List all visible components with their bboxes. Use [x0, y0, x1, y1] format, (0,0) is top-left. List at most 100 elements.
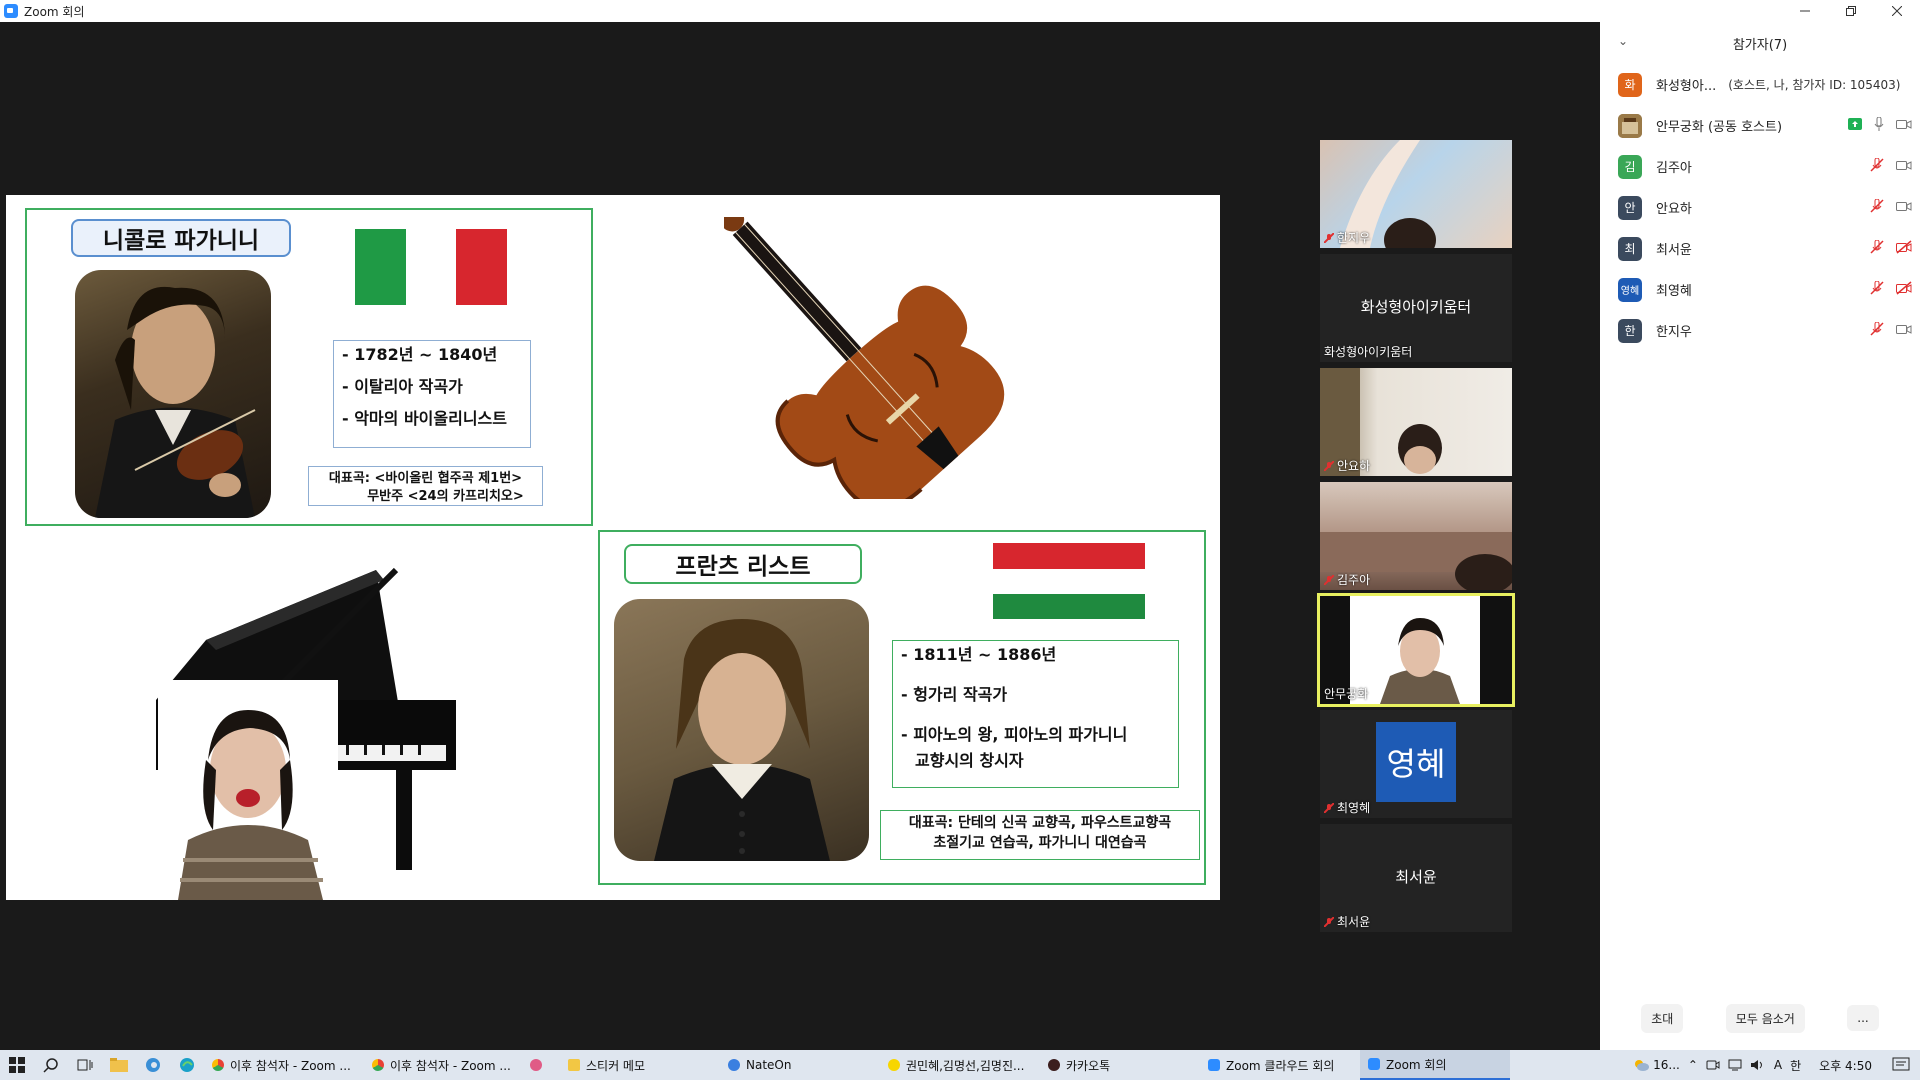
paganini-info: - 1782년 ~ 1840년 - 이탈리아 작곡가 - 악마의 바이올리니스트: [333, 340, 531, 448]
edge-legacy-icon[interactable]: [136, 1050, 170, 1080]
italy-flag-icon: [355, 229, 507, 305]
taskbar-app-sticky-notes[interactable]: 스티커 메모: [560, 1050, 720, 1080]
mic-muted-icon[interactable]: [1870, 281, 1884, 295]
app-icon: [530, 1059, 542, 1071]
close-button[interactable]: [1874, 0, 1920, 22]
liszt-works: 대표곡: 단테의 신곡 교향곡, 파우스트교향곡 초절기교 연습곡, 파가니니 …: [880, 810, 1200, 860]
video-tile-hanjiwoo[interactable]: 한지우: [1320, 140, 1512, 248]
taskbar-app-zoom-meeting[interactable]: Zoom 회의: [1360, 1050, 1510, 1080]
chevron-up-icon[interactable]: ⌃: [1688, 1058, 1698, 1072]
video-off-icon[interactable]: [1896, 240, 1912, 254]
liszt-portrait: [614, 599, 869, 861]
meet-now-icon[interactable]: [1706, 1058, 1720, 1072]
participants-header: ⌄ 참가자(7): [1600, 22, 1920, 64]
participant-name: 최서윤: [1656, 243, 1692, 258]
avatar: 김: [1618, 154, 1642, 179]
mic-muted-icon[interactable]: [1870, 158, 1884, 172]
liszt-info-line: - 1811년 ~ 1886년: [901, 645, 1057, 664]
mic-icon[interactable]: [1874, 117, 1884, 131]
video-tile-choiseoyun[interactable]: 최서윤 최서윤: [1320, 824, 1512, 932]
mic-muted-icon[interactable]: [1870, 240, 1884, 254]
network-icon[interactable]: [1728, 1058, 1742, 1072]
mic-muted-icon[interactable]: [1870, 199, 1884, 213]
participants-panel: ⌄ 참가자(7) 화 화성형아... (호스트, 나, 참가자 ID: 1054…: [1600, 22, 1920, 1050]
video-camera-icon[interactable]: [1896, 159, 1912, 171]
clock[interactable]: 오후 4:50: [1819, 1057, 1872, 1074]
volume-icon[interactable]: [1750, 1058, 1766, 1072]
video-tile-hwaseong[interactable]: 화성형아이키움터 화성형아이키움터: [1320, 254, 1512, 362]
invite-button[interactable]: 초대: [1641, 1003, 1684, 1033]
participant-row[interactable]: 영혜 최영혜: [1600, 269, 1920, 310]
liszt-works-line2: 초절기교 연습곡, 파가니니 대연습곡: [933, 834, 1147, 851]
taskbar-app-nateon[interactable]: NateOn: [720, 1050, 880, 1080]
weather-widget[interactable]: 16...: [1633, 1058, 1680, 1072]
task-view-icon[interactable]: [68, 1050, 102, 1080]
mic-muted-icon[interactable]: [1870, 322, 1884, 336]
taskbar-app-label: Zoom 클라우드 회의: [1226, 1058, 1335, 1073]
file-explorer-icon[interactable]: [102, 1050, 136, 1080]
video-tile-center-name: 최서윤: [1395, 868, 1437, 886]
chevron-down-icon[interactable]: ⌄: [1618, 34, 1628, 48]
chrome-icon: [372, 1059, 384, 1071]
restore-button[interactable]: [1828, 0, 1874, 22]
paganini-portrait: [75, 270, 271, 518]
more-button[interactable]: ...: [1847, 1005, 1879, 1031]
video-camera-icon[interactable]: [1896, 200, 1912, 212]
video-camera-icon[interactable]: [1896, 323, 1912, 335]
edge-icon[interactable]: [170, 1050, 204, 1080]
video-tile-anmugunghwa-active-speaker[interactable]: 안무궁화: [1317, 593, 1515, 707]
taskbar-app-label: 이후 참석자 - Zoom ...: [390, 1058, 511, 1073]
taskbar-app-kakao-chat[interactable]: 권민혜,김명선,김명진...: [880, 1050, 1040, 1080]
paganini-info-line: - 이탈리아 작곡가: [342, 377, 463, 396]
video-off-icon[interactable]: [1896, 281, 1912, 295]
zoom-logo-icon: [4, 4, 18, 18]
ime-indicator-a[interactable]: A: [1774, 1058, 1782, 1072]
participants-footer: 초대 모두 음소거 ...: [1600, 986, 1920, 1050]
taskbar-app-label: 권민혜,김명선,김명진...: [906, 1058, 1025, 1073]
window-title: Zoom 회의: [24, 4, 85, 19]
minimize-button[interactable]: [1782, 0, 1828, 22]
video-camera-icon[interactable]: [1896, 118, 1912, 130]
notifications-icon[interactable]: [1892, 1057, 1910, 1073]
taskbar-app-misc[interactable]: [522, 1050, 560, 1080]
liszt-info-line: 교향시의 창시자: [915, 751, 1024, 770]
participant-role: (호스트, 나, 참가자 ID: 105403): [1728, 78, 1901, 92]
video-tile-label: 최서윤: [1337, 915, 1371, 929]
participant-row[interactable]: 최 최서윤: [1600, 228, 1920, 269]
video-tile-label: 안요하: [1337, 459, 1371, 473]
muted-mic-icon: [1324, 232, 1334, 243]
kakaotalk-icon: [1048, 1059, 1060, 1071]
video-tile-label: 안무궁화: [1324, 687, 1369, 701]
video-tile-choiyounghye[interactable]: 영혜 최영혜: [1320, 710, 1512, 818]
taskbar-app-chrome-2[interactable]: 이후 참석자 - Zoom ...: [364, 1050, 522, 1080]
participant-row[interactable]: 한 한지우: [1600, 310, 1920, 351]
participant-name: 김주아: [1656, 161, 1692, 176]
windows-start-icon[interactable]: [0, 1050, 34, 1080]
video-tile-label: 최영혜: [1337, 801, 1371, 815]
video-tile-kimjua[interactable]: 김주아: [1320, 482, 1512, 590]
paganini-info-line: - 1782년 ~ 1840년: [342, 345, 498, 364]
muted-mic-icon: [1324, 574, 1334, 585]
participant-row[interactable]: 안 안요하: [1600, 187, 1920, 228]
search-icon[interactable]: [34, 1050, 68, 1080]
video-tile-anyoha[interactable]: 안요하: [1320, 368, 1512, 476]
avatar: 최: [1618, 236, 1642, 261]
participant-row[interactable]: 화 화성형아... (호스트, 나, 참가자 ID: 105403): [1600, 64, 1920, 105]
ime-indicator-han[interactable]: 한: [1790, 1057, 1801, 1074]
windows-taskbar: 이후 참석자 - Zoom ... 이후 참석자 - Zoom ... 스티커 …: [0, 1050, 1920, 1080]
liszt-name: 프란츠 리스트: [624, 544, 862, 584]
taskbar-app-zoom-cloud[interactable]: Zoom 클라우드 회의: [1200, 1050, 1360, 1080]
muted-mic-icon: [1324, 916, 1334, 927]
participant-row[interactable]: 안무궁화 (공동 호스트): [1600, 105, 1920, 146]
violin-image: [724, 217, 1005, 499]
liszt-info-line: - 피아노의 왕, 피아노의 파가니니: [901, 725, 1128, 744]
taskbar-app-chrome-1[interactable]: 이후 참석자 - Zoom ...: [204, 1050, 364, 1080]
paganini-works-line2: 무반주 <24의 카프리치오>: [367, 489, 524, 505]
mute-all-button[interactable]: 모두 음소거: [1725, 1003, 1805, 1033]
muted-mic-icon: [1324, 802, 1334, 813]
system-tray: 16... ⌃ A 한 오후 4:50: [1633, 1050, 1920, 1080]
participant-row[interactable]: 김 김주아: [1600, 146, 1920, 187]
taskbar-app-label: 이후 참석자 - Zoom ...: [230, 1058, 351, 1073]
paganini-name: 니콜로 파가니니: [71, 219, 291, 257]
taskbar-app-kakaotalk[interactable]: 카카오톡: [1040, 1050, 1200, 1080]
